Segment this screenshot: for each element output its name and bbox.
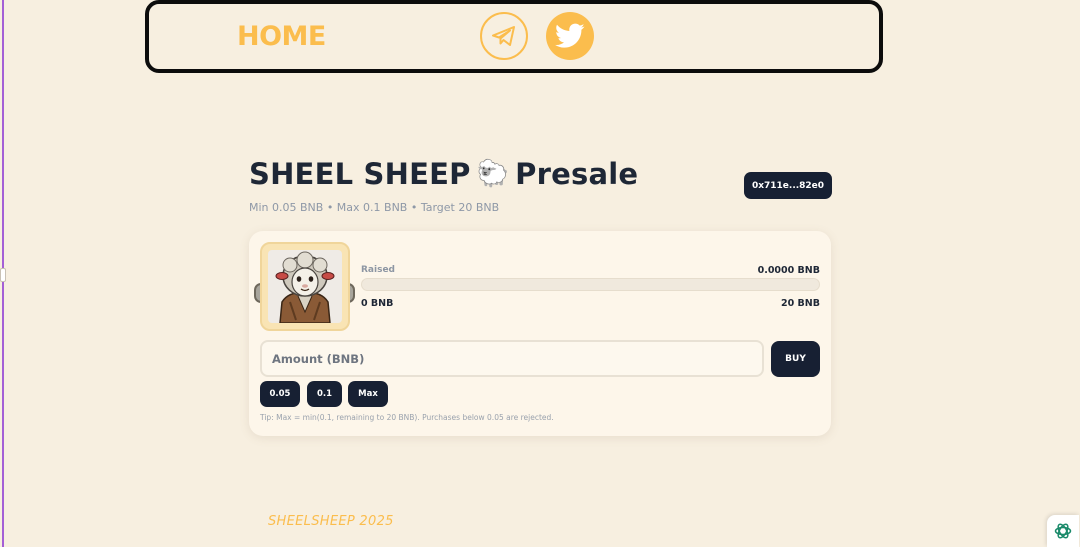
twitter-link[interactable] (546, 12, 594, 60)
wallet-address-button[interactable]: 0x711e...82e0 (744, 172, 832, 199)
footer-text: SHEELSHEEP 2025 (268, 514, 394, 529)
range-min-label: 0 BNB (361, 298, 394, 309)
amount-input[interactable] (260, 340, 764, 377)
quick-amount-01-button[interactable]: 0.1 (307, 381, 342, 407)
openai-icon (1054, 523, 1072, 539)
title-text: SHEEL SHEEP (249, 157, 471, 191)
telegram-link[interactable] (480, 12, 528, 60)
quick-amount-005-button[interactable]: 0.05 (260, 381, 300, 407)
raised-label: Raised (361, 265, 395, 275)
progress-bar (361, 278, 820, 291)
purchase-tip: Tip: Max = min(0.1, remaining to 20 BNB)… (260, 413, 554, 422)
telegram-icon (492, 26, 515, 46)
buy-button[interactable]: BUY (771, 341, 820, 377)
navbar: HOME (145, 0, 883, 73)
page-title: SHEEL SHEEP 🐑 Presale (249, 157, 638, 191)
range-max-label: 20 BNB (781, 298, 820, 309)
quick-amount-max-button[interactable]: Max (348, 381, 388, 407)
presale-limits: Min 0.05 BNB • Max 0.1 BNB • Target 20 B… (249, 201, 500, 214)
resize-handle-left[interactable] (0, 268, 6, 282)
assistant-button[interactable] (1047, 515, 1079, 547)
nav-home-link[interactable]: HOME (237, 21, 326, 52)
presale-card: Raised 0.0000 BNB 0 BNB 20 BNB BUY 0.05 … (249, 231, 831, 436)
twitter-icon (555, 23, 585, 48)
sheep-avatar (260, 242, 350, 331)
raised-value: 0.0000 BNB (757, 265, 820, 276)
page: HOME SHEEL SHEEP 🐑 Presale Min 0.05 BNB • … (0, 0, 1080, 547)
sheep-image (268, 250, 342, 323)
sheep-emoji: 🐑 (476, 159, 510, 189)
title-presale: Presale (515, 157, 639, 191)
sheep-illustration (275, 251, 335, 323)
